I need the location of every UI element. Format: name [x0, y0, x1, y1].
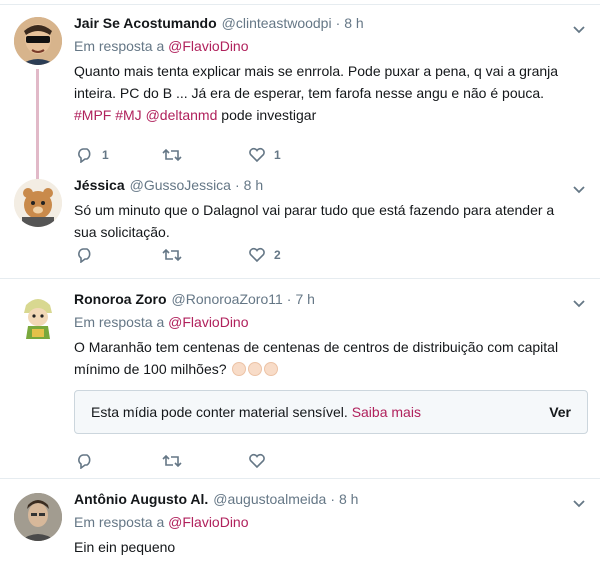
tweet[interactable]: Jéssica @GussoJessica · 8 h Só um minuto… [0, 173, 600, 279]
reply-button[interactable] [76, 453, 162, 469]
reply-button[interactable] [76, 247, 162, 263]
reply-icon [78, 454, 91, 469]
hashtag-link[interactable]: #MJ [115, 107, 141, 123]
separator-dot: · [335, 15, 341, 31]
heart-icon [249, 453, 265, 469]
chevron-down-icon[interactable] [572, 23, 586, 37]
tweet[interactable]: Ronoroa Zoro @RonoroaZoro11 · 7 h Em res… [0, 279, 600, 479]
tweet-actions: 1 1 [76, 145, 334, 165]
separator-dot: · [286, 291, 292, 307]
timestamp[interactable]: 8 h [244, 177, 263, 193]
retweet-icon [162, 454, 182, 468]
tweet-header: Jéssica @GussoJessica · 8 h [74, 177, 588, 197]
chevron-down-icon[interactable] [572, 497, 586, 511]
tweet-header: Jair Se Acostumando @clinteastwoodpi · 8… [74, 15, 588, 35]
tweet-actions: 2 [76, 245, 334, 265]
tweet-body: Quanto mais tenta explicar mais se enrro… [74, 63, 559, 101]
username[interactable]: @GussoJessica [130, 177, 231, 193]
retweet-button[interactable] [162, 453, 248, 469]
avatar[interactable] [14, 179, 62, 227]
view-media-button[interactable]: Ver [549, 404, 571, 420]
display-name[interactable]: Jéssica [74, 177, 125, 193]
hashtag-link[interactable]: #MPF [74, 107, 111, 123]
reply-context: Em resposta a @FlavioDino [74, 38, 588, 54]
reply-prefix: Em resposta a [74, 514, 165, 530]
reply-prefix: Em resposta a [74, 314, 165, 330]
tweet-text: O Maranhão tem centenas de centenas de c… [74, 336, 574, 380]
reply-icon [78, 248, 91, 263]
display-name[interactable]: Jair Se Acostumando [74, 15, 217, 31]
timestamp[interactable]: 8 h [344, 15, 363, 31]
reply-context: Em resposta a @FlavioDino [74, 514, 588, 530]
username[interactable]: @augustoalmeida [213, 491, 326, 507]
retweet-button[interactable] [162, 147, 248, 163]
sensitive-media-warning[interactable]: Esta mídia pode conter material sensível… [74, 390, 588, 434]
username[interactable]: @RonoroaZoro11 [172, 291, 283, 307]
tweet-body-tail: pode investigar [221, 107, 317, 123]
reply-mention-link[interactable]: @FlavioDino [168, 38, 248, 54]
timestamp[interactable]: 8 h [339, 491, 358, 507]
mention-link[interactable]: @deltanmd [146, 107, 218, 123]
like-button[interactable] [248, 453, 334, 469]
like-count: 1 [274, 148, 281, 162]
media-warning-text: Esta mídia pode conter material sensível… [91, 404, 421, 420]
clapping-hands-emoji [248, 362, 263, 376]
tweet-text: Só um minuto que o Dalagnol vai parar tu… [74, 202, 555, 240]
retweet-icon [162, 248, 182, 262]
timestamp[interactable]: 7 h [295, 291, 314, 307]
clapping-hands-emoji [232, 362, 247, 376]
tweet[interactable]: Jair Se Acostumando @clinteastwoodpi · 8… [0, 5, 600, 181]
reply-mention-link[interactable]: @FlavioDino [168, 314, 248, 330]
retweet-button[interactable] [162, 247, 248, 263]
avatar[interactable] [14, 17, 62, 65]
media-warning-label: Esta mídia pode conter material sensível… [91, 404, 348, 420]
like-button[interactable]: 2 [248, 247, 334, 263]
tweet-feed: Jair Se Acostumando @clinteastwoodpi · 8… [0, 0, 600, 570]
avatar[interactable] [14, 293, 62, 341]
tweet-actions [76, 451, 334, 471]
reply-prefix: Em resposta a [74, 38, 165, 54]
thread-line [36, 69, 39, 181]
chevron-down-icon[interactable] [572, 297, 586, 311]
heart-icon [249, 247, 265, 263]
like-count: 2 [274, 248, 281, 262]
display-name[interactable]: Antônio Augusto Al. [74, 491, 208, 507]
username[interactable]: @clinteastwoodpi [222, 15, 332, 31]
reply-context: Em resposta a @FlavioDino [74, 314, 588, 330]
chevron-down-icon[interactable] [572, 183, 586, 197]
learn-more-link[interactable]: Saiba mais [352, 404, 421, 420]
retweet-icon [162, 148, 182, 162]
reply-mention-link[interactable]: @FlavioDino [168, 514, 248, 530]
tweet-header: Ronoroa Zoro @RonoroaZoro11 · 7 h [74, 291, 588, 311]
tweet[interactable]: Antônio Augusto Al. @augustoalmeida · 8 … [0, 479, 600, 569]
reply-icon [78, 148, 91, 163]
separator-dot: · [234, 177, 240, 193]
heart-icon [249, 147, 265, 163]
reply-count: 1 [102, 148, 109, 162]
tweet-header: Antônio Augusto Al. @augustoalmeida · 8 … [74, 491, 588, 511]
clapping-hands-emoji [264, 362, 279, 376]
display-name[interactable]: Ronoroa Zoro [74, 291, 167, 307]
tweet-body: O Maranhão tem centenas de centenas de c… [74, 339, 559, 377]
tweet-text: Quanto mais tenta explicar mais se enrro… [74, 60, 584, 126]
separator-dot: · [330, 491, 335, 507]
tweet-text: Ein ein pequeno [74, 539, 176, 555]
like-button[interactable]: 1 [248, 147, 334, 163]
reply-button[interactable]: 1 [76, 147, 162, 163]
avatar[interactable] [14, 493, 62, 541]
